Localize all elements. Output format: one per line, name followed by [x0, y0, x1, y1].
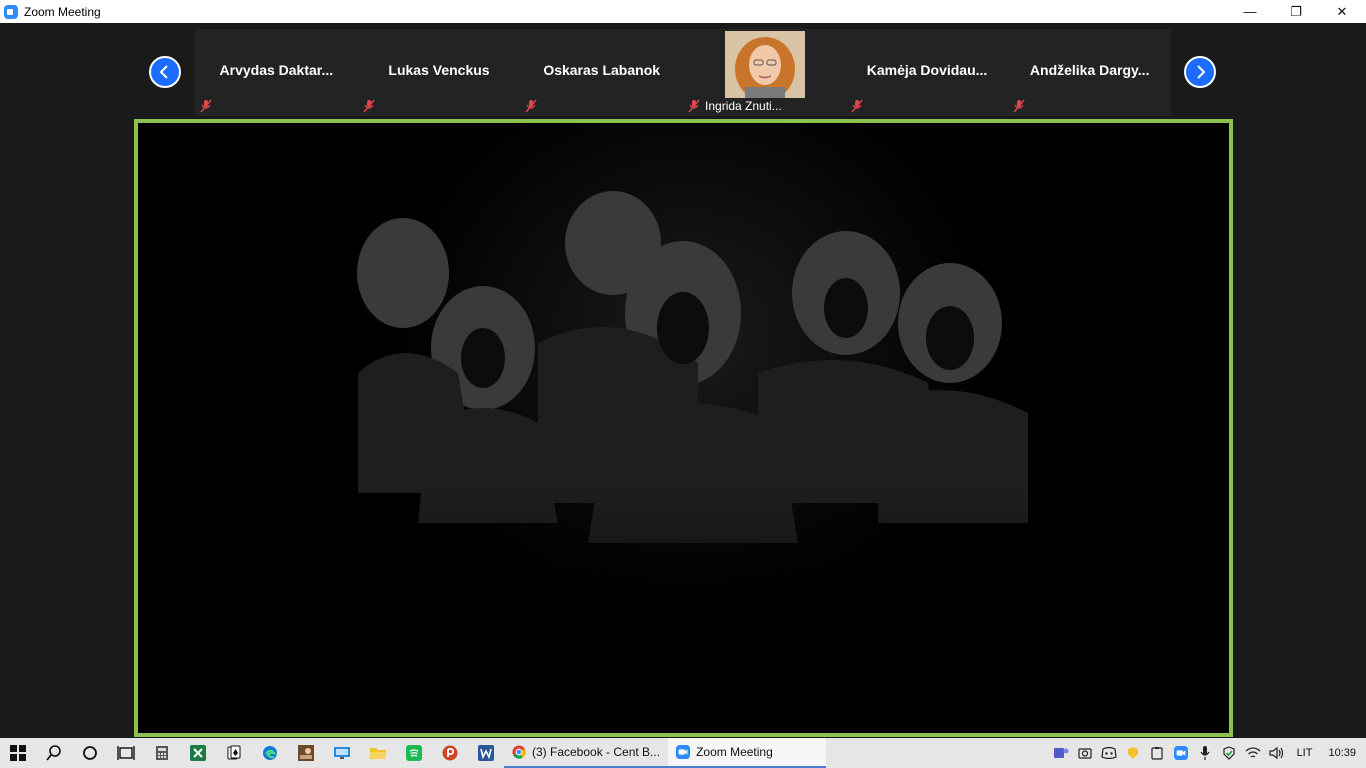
- taskbar-calculator[interactable]: [144, 738, 180, 768]
- close-button[interactable]: ✕: [1319, 0, 1365, 23]
- taskbar-zoom-window[interactable]: Zoom Meeting: [668, 738, 827, 768]
- spotify-icon: [406, 745, 422, 761]
- calculator-icon: [156, 746, 168, 760]
- prev-participants-button[interactable]: [149, 56, 181, 88]
- participant-tile[interactable]: Arvydas Daktar...: [195, 29, 358, 116]
- taskbar-chrome-window[interactable]: (3) Facebook - Cent B...: [504, 738, 669, 768]
- tray-volume[interactable]: [1265, 738, 1289, 768]
- teams-icon: [1053, 748, 1069, 758]
- participant-name: Kamėja Dovidau...: [866, 62, 988, 78]
- search-button[interactable]: [36, 738, 72, 768]
- zoom-app-icon: [4, 4, 18, 19]
- taskbar-spotify[interactable]: [396, 738, 432, 768]
- taskbar-app-label: Zoom Meeting: [696, 745, 773, 759]
- wifi-icon: [1245, 747, 1260, 758]
- taskbar-edge[interactable]: [252, 738, 288, 768]
- participant-name: Oskaras Labanok: [543, 62, 661, 78]
- taskbar-app-label: (3) Facebook - Cent B...: [532, 745, 661, 759]
- next-participants-button[interactable]: [1184, 56, 1216, 88]
- discord-icon: [1100, 747, 1117, 759]
- microphone-icon: [1200, 746, 1210, 760]
- tray-zoom[interactable]: [1169, 738, 1193, 768]
- tray-microphone[interactable]: [1193, 738, 1217, 768]
- taskbar-photos[interactable]: [288, 738, 324, 768]
- title-bar: Zoom Meeting — ❐ ✕: [0, 0, 1366, 23]
- participant-name: Andželika Dargy...: [1029, 62, 1150, 78]
- participant-name: Lukas Venckus: [388, 62, 490, 78]
- clock[interactable]: 10:39: [1320, 747, 1366, 759]
- window-title: Zoom Meeting: [24, 4, 101, 19]
- participant-video: [725, 31, 806, 98]
- participant-tile[interactable]: Kamėja Dovidau...: [845, 29, 1009, 116]
- meeting-area: Arvydas Daktar... Lukas Venckus Oskaras …: [0, 23, 1366, 738]
- muted-mic-icon: [525, 99, 537, 113]
- tray-teams[interactable]: [1049, 738, 1073, 768]
- photos-icon: [298, 745, 314, 761]
- taskbar-file-explorer[interactable]: [360, 738, 396, 768]
- task-view-icon: [117, 746, 135, 760]
- task-view-button[interactable]: [108, 738, 144, 768]
- tray-norton[interactable]: [1121, 738, 1145, 768]
- participant-name: Arvydas Daktar...: [219, 62, 334, 78]
- restore-button[interactable]: ❐: [1273, 0, 1319, 23]
- taskbar-excel[interactable]: [180, 738, 216, 768]
- muted-mic-icon: [363, 99, 375, 113]
- word-icon: [478, 745, 494, 761]
- cortana-icon: [83, 746, 97, 760]
- windows-icon: [10, 745, 26, 761]
- minimize-icon: —: [1243, 4, 1257, 19]
- tray-network[interactable]: [1241, 738, 1265, 768]
- start-button[interactable]: [0, 738, 36, 768]
- taskbar-remote-desktop[interactable]: [324, 738, 360, 768]
- muted-mic-icon: [688, 99, 700, 113]
- taskbar-word[interactable]: [468, 738, 504, 768]
- taskbar-solitaire[interactable]: [216, 738, 252, 768]
- muted-mic-icon: [851, 99, 863, 113]
- chevron-left-icon: [159, 65, 168, 79]
- input-language[interactable]: LIT: [1289, 747, 1321, 759]
- cards-icon: [227, 745, 241, 760]
- chevron-right-icon: [1197, 65, 1206, 79]
- chrome-icon: [512, 745, 526, 759]
- zoom-icon: [676, 745, 691, 759]
- zoom-icon: [1173, 746, 1188, 760]
- participant-tile[interactable]: Oskaras Labanok: [520, 29, 684, 116]
- participant-strip: Arvydas Daktar... Lukas Venckus Oskaras …: [195, 29, 1172, 116]
- participant-name: Ingrida Znuti...: [705, 99, 782, 113]
- tray-clipboard[interactable]: [1145, 738, 1169, 768]
- muted-mic-icon: [1013, 99, 1025, 113]
- cortana-button[interactable]: [72, 738, 108, 768]
- system-tray: LIT 10:39: [1049, 738, 1366, 768]
- taskbar-powerpoint[interactable]: [432, 738, 468, 768]
- powerpoint-icon: [442, 745, 458, 761]
- monitor-icon: [334, 747, 350, 759]
- active-speaker-video[interactable]: [134, 119, 1233, 737]
- muted-mic-icon: [200, 99, 212, 113]
- video-frame-image: [138, 123, 1229, 733]
- participant-tile[interactable]: Andželika Dargy...: [1008, 29, 1172, 116]
- taskbar: (3) Facebook - Cent B... Zoom Meeting LI…: [0, 738, 1366, 768]
- restore-icon: ❐: [1290, 3, 1302, 19]
- edge-icon: [263, 746, 277, 760]
- minimize-button[interactable]: —: [1227, 0, 1273, 23]
- shield-check-icon: [1222, 746, 1235, 760]
- tray-camera[interactable]: [1073, 738, 1097, 768]
- shield-yellow-icon: [1127, 747, 1138, 759]
- clipboard-icon: [1150, 747, 1163, 760]
- tray-security[interactable]: [1217, 738, 1241, 768]
- folder-icon: [370, 748, 386, 759]
- search-icon: [46, 745, 61, 761]
- close-icon: ✕: [1336, 3, 1348, 19]
- tray-discord[interactable]: [1097, 738, 1121, 768]
- excel-icon: [190, 745, 206, 761]
- participant-tile[interactable]: Lukas Venckus: [357, 29, 521, 116]
- participant-tile-video[interactable]: Ingrida Znuti...: [683, 29, 846, 116]
- speaker-icon: [1268, 746, 1283, 760]
- camera-icon: [1077, 748, 1092, 759]
